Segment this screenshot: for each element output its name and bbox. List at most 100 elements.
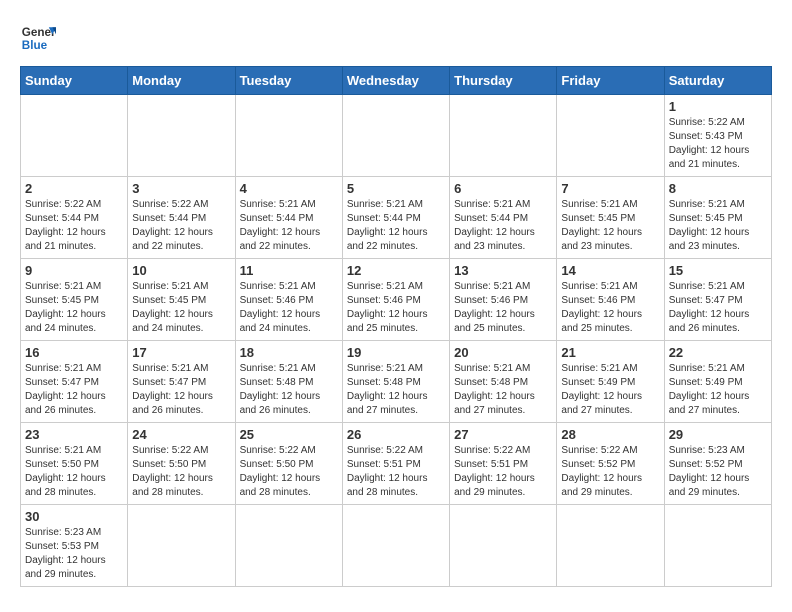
day-info: Sunrise: 5:22 AM Sunset: 5:44 PM Dayligh… bbox=[25, 198, 123, 254]
calendar-cell bbox=[450, 505, 557, 587]
day-info: Sunrise: 5:21 AM Sunset: 5:45 PM Dayligh… bbox=[669, 198, 767, 254]
calendar-cell: 24 Sunrise: 5:22 AM Sunset: 5:50 PM Dayli… bbox=[128, 423, 235, 505]
calendar-cell: 4Sunrise: 5:21 AM Sunset: 5:44 PM Daylig… bbox=[235, 177, 342, 259]
day-number: 17 bbox=[132, 345, 230, 360]
calendar-cell bbox=[557, 95, 664, 177]
day-info: Sunrise: 5:21 AM Sunset: 5:49 PM Dayligh… bbox=[561, 362, 659, 418]
calendar-cell: 1Sunrise: 5:22 AM Sunset: 5:43 PM Daylig… bbox=[664, 95, 771, 177]
calendar-cell: 9 Sunrise: 5:21 AM Sunset: 5:45 PM Daylig… bbox=[21, 259, 128, 341]
calendar-cell: 30Sunrise: 5:23 AM Sunset: 5:53 PM Dayli… bbox=[21, 505, 128, 587]
day-number: 12 bbox=[347, 263, 445, 278]
day-number: 20 bbox=[454, 345, 552, 360]
day-info: Sunrise: 5:23 AM Sunset: 5:52 PM Dayligh… bbox=[669, 444, 767, 500]
calendar-cell: 28 Sunrise: 5:22 AM Sunset: 5:52 PM Dayli… bbox=[557, 423, 664, 505]
day-info: Sunrise: 5:21 AM Sunset: 5:48 PM Dayligh… bbox=[240, 362, 338, 418]
day-info: Sunrise: 5:22 AM Sunset: 5:51 PM Dayligh… bbox=[454, 444, 552, 500]
calendar-cell bbox=[450, 95, 557, 177]
calendar-cell bbox=[21, 95, 128, 177]
day-info: Sunrise: 5:21 AM Sunset: 5:46 PM Dayligh… bbox=[347, 280, 445, 336]
calendar-cell: 7Sunrise: 5:21 AM Sunset: 5:45 PM Daylig… bbox=[557, 177, 664, 259]
day-info: Sunrise: 5:22 AM Sunset: 5:44 PM Dayligh… bbox=[132, 198, 230, 254]
day-number: 18 bbox=[240, 345, 338, 360]
day-info: Sunrise: 5:21 AM Sunset: 5:48 PM Dayligh… bbox=[454, 362, 552, 418]
logo-icon: General Blue bbox=[20, 20, 56, 56]
day-number: 13 bbox=[454, 263, 552, 278]
calendar-week-row: 9 Sunrise: 5:21 AM Sunset: 5:45 PM Daylig… bbox=[21, 259, 772, 341]
day-info: Sunrise: 5:21 AM Sunset: 5:47 PM Dayligh… bbox=[669, 280, 767, 336]
calendar-cell: 10 Sunrise: 5:21 AM Sunset: 5:45 PM Dayli… bbox=[128, 259, 235, 341]
calendar-cell: 18 Sunrise: 5:21 AM Sunset: 5:48 PM Dayli… bbox=[235, 341, 342, 423]
day-header-friday: Friday bbox=[557, 67, 664, 95]
day-number: 29 bbox=[669, 427, 767, 442]
day-info: Sunrise: 5:21 AM Sunset: 5:44 PM Dayligh… bbox=[347, 198, 445, 254]
day-number: 2 bbox=[25, 181, 123, 196]
day-info: Sunrise: 5:22 AM Sunset: 5:50 PM Dayligh… bbox=[240, 444, 338, 500]
calendar-cell: 2 Sunrise: 5:22 AM Sunset: 5:44 PM Daylig… bbox=[21, 177, 128, 259]
calendar-cell bbox=[235, 505, 342, 587]
calendar-cell: 3 Sunrise: 5:22 AM Sunset: 5:44 PM Daylig… bbox=[128, 177, 235, 259]
day-number: 25 bbox=[240, 427, 338, 442]
calendar-cell: 11 Sunrise: 5:21 AM Sunset: 5:46 PM Dayli… bbox=[235, 259, 342, 341]
day-info: Sunrise: 5:23 AM Sunset: 5:53 PM Dayligh… bbox=[25, 526, 123, 582]
calendar-cell bbox=[664, 505, 771, 587]
day-info: Sunrise: 5:21 AM Sunset: 5:47 PM Dayligh… bbox=[132, 362, 230, 418]
day-number: 23 bbox=[25, 427, 123, 442]
header: General Blue bbox=[20, 20, 772, 56]
day-header-saturday: Saturday bbox=[664, 67, 771, 95]
day-info: Sunrise: 5:21 AM Sunset: 5:45 PM Dayligh… bbox=[132, 280, 230, 336]
calendar-cell: 5 Sunrise: 5:21 AM Sunset: 5:44 PM Daylig… bbox=[342, 177, 449, 259]
calendar-week-row: 1Sunrise: 5:22 AM Sunset: 5:43 PM Daylig… bbox=[21, 95, 772, 177]
day-number: 21 bbox=[561, 345, 659, 360]
day-number: 28 bbox=[561, 427, 659, 442]
day-info: Sunrise: 5:22 AM Sunset: 5:52 PM Dayligh… bbox=[561, 444, 659, 500]
day-number: 3 bbox=[132, 181, 230, 196]
calendar-cell: 21 Sunrise: 5:21 AM Sunset: 5:49 PM Dayli… bbox=[557, 341, 664, 423]
day-info: Sunrise: 5:21 AM Sunset: 5:46 PM Dayligh… bbox=[240, 280, 338, 336]
day-info: Sunrise: 5:21 AM Sunset: 5:45 PM Dayligh… bbox=[25, 280, 123, 336]
calendar-cell: 13 Sunrise: 5:21 AM Sunset: 5:46 PM Dayli… bbox=[450, 259, 557, 341]
day-header-sunday: Sunday bbox=[21, 67, 128, 95]
day-info: Sunrise: 5:21 AM Sunset: 5:44 PM Dayligh… bbox=[240, 198, 338, 254]
day-info: Sunrise: 5:22 AM Sunset: 5:51 PM Dayligh… bbox=[347, 444, 445, 500]
day-header-tuesday: Tuesday bbox=[235, 67, 342, 95]
calendar-cell: 6 Sunrise: 5:21 AM Sunset: 5:44 PM Daylig… bbox=[450, 177, 557, 259]
day-info: Sunrise: 5:21 AM Sunset: 5:48 PM Dayligh… bbox=[347, 362, 445, 418]
day-number: 26 bbox=[347, 427, 445, 442]
calendar-week-row: 23 Sunrise: 5:21 AM Sunset: 5:50 PM Dayli… bbox=[21, 423, 772, 505]
day-number: 14 bbox=[561, 263, 659, 278]
calendar: SundayMondayTuesdayWednesdayThursdayFrid… bbox=[20, 66, 772, 587]
day-number: 24 bbox=[132, 427, 230, 442]
calendar-cell bbox=[342, 505, 449, 587]
calendar-cell: 16Sunrise: 5:21 AM Sunset: 5:47 PM Dayli… bbox=[21, 341, 128, 423]
day-info: Sunrise: 5:21 AM Sunset: 5:46 PM Dayligh… bbox=[454, 280, 552, 336]
calendar-cell bbox=[557, 505, 664, 587]
day-info: Sunrise: 5:21 AM Sunset: 5:44 PM Dayligh… bbox=[454, 198, 552, 254]
day-info: Sunrise: 5:21 AM Sunset: 5:50 PM Dayligh… bbox=[25, 444, 123, 500]
day-info: Sunrise: 5:22 AM Sunset: 5:43 PM Dayligh… bbox=[669, 116, 767, 172]
calendar-cell: 17 Sunrise: 5:21 AM Sunset: 5:47 PM Dayli… bbox=[128, 341, 235, 423]
day-number: 15 bbox=[669, 263, 767, 278]
calendar-cell: 12 Sunrise: 5:21 AM Sunset: 5:46 PM Dayli… bbox=[342, 259, 449, 341]
day-number: 8 bbox=[669, 181, 767, 196]
calendar-cell: 8 Sunrise: 5:21 AM Sunset: 5:45 PM Daylig… bbox=[664, 177, 771, 259]
calendar-cell bbox=[128, 95, 235, 177]
day-number: 5 bbox=[347, 181, 445, 196]
calendar-cell: 20 Sunrise: 5:21 AM Sunset: 5:48 PM Dayli… bbox=[450, 341, 557, 423]
calendar-cell: 26 Sunrise: 5:22 AM Sunset: 5:51 PM Dayli… bbox=[342, 423, 449, 505]
calendar-cell: 27Sunrise: 5:22 AM Sunset: 5:51 PM Dayli… bbox=[450, 423, 557, 505]
day-number: 11 bbox=[240, 263, 338, 278]
day-info: Sunrise: 5:21 AM Sunset: 5:47 PM Dayligh… bbox=[25, 362, 123, 418]
day-info: Sunrise: 5:21 AM Sunset: 5:45 PM Dayligh… bbox=[561, 198, 659, 254]
day-info: Sunrise: 5:22 AM Sunset: 5:50 PM Dayligh… bbox=[132, 444, 230, 500]
calendar-cell: 25 Sunrise: 5:22 AM Sunset: 5:50 PM Dayli… bbox=[235, 423, 342, 505]
day-number: 10 bbox=[132, 263, 230, 278]
day-number: 6 bbox=[454, 181, 552, 196]
calendar-cell bbox=[128, 505, 235, 587]
calendar-cell: 23 Sunrise: 5:21 AM Sunset: 5:50 PM Dayli… bbox=[21, 423, 128, 505]
calendar-week-row: 30Sunrise: 5:23 AM Sunset: 5:53 PM Dayli… bbox=[21, 505, 772, 587]
calendar-cell: 15 Sunrise: 5:21 AM Sunset: 5:47 PM Dayli… bbox=[664, 259, 771, 341]
calendar-week-row: 2 Sunrise: 5:22 AM Sunset: 5:44 PM Daylig… bbox=[21, 177, 772, 259]
calendar-cell: 29 Sunrise: 5:23 AM Sunset: 5:52 PM Dayli… bbox=[664, 423, 771, 505]
day-number: 9 bbox=[25, 263, 123, 278]
day-number: 19 bbox=[347, 345, 445, 360]
